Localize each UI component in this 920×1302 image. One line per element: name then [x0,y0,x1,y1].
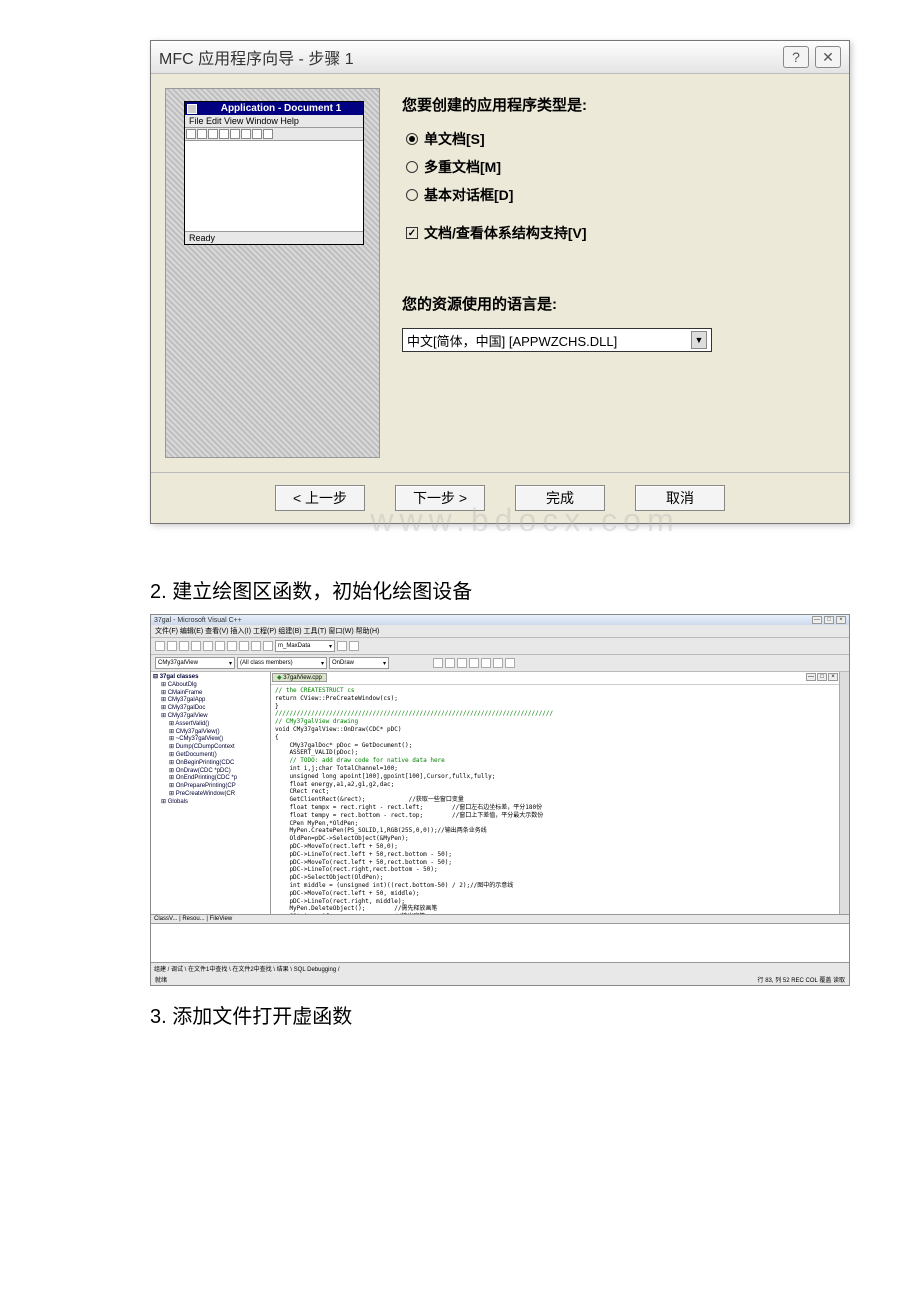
search-combo[interactable]: m_MaxData▾ [275,640,335,652]
cancel-button[interactable]: 取消 [635,485,725,511]
close-icon[interactable]: × [836,616,846,624]
preview-toolbar [185,128,363,141]
tree-node[interactable]: ⊞ GetDocument() [153,752,268,760]
step3-caption: 3. 添加文件打开虚函数 [150,1000,900,1029]
maximize-icon[interactable]: □ [824,616,834,624]
radio-label: 基本对话框[D] [424,185,513,205]
output-window[interactable] [151,923,849,963]
toolbar-icon[interactable] [191,641,201,651]
tree-node[interactable]: ⊞ OnDraw(CDC *pDC) [153,768,268,776]
workspace-tabs[interactable]: ClassV... | Resou... | FileView [151,914,849,923]
ide-toolbar-1: m_MaxData▾ [151,638,849,655]
wizard-titlebar: MFC 应用程序向导 - 步骤 1 ? ✕ [151,41,849,74]
scrollbar-vertical[interactable] [839,672,849,914]
class-view-tree[interactable]: ⊟ 37gal classes ⊞ CAboutDlg⊞ CMainFrame⊞… [151,672,271,914]
toolbar-icon[interactable] [227,641,237,651]
toolbar-icon[interactable] [349,641,359,651]
status-bar: 就绪 行 83, 列 52 REC COL 覆盖 读取 [151,974,849,985]
maximize-icon[interactable]: □ [817,673,827,681]
next-button[interactable]: 下一步 > [395,485,485,511]
preview-mini-window: Application - Document 1 File Edit View … [184,101,364,245]
tree-node[interactable]: ⊞ ~CMy37galView() [153,736,268,744]
status-right: 行 83, 列 52 REC COL 覆盖 读取 [758,975,845,984]
minimize-icon[interactable]: — [806,673,816,681]
tree-node[interactable]: ⊞ Dump(CDumpContext [153,744,268,752]
toolbar-icon[interactable] [445,658,455,668]
tree-node[interactable]: ⊞ CAboutDlg [153,682,268,690]
finish-button[interactable]: 完成 [515,485,605,511]
toolbar-icon[interactable] [251,641,261,651]
tree-node[interactable]: ⊞ AssertValid() [153,721,268,729]
tree-node[interactable]: ⊞ CMy37galDoc [153,705,268,713]
radio-dialog[interactable]: 基本对话框[D] [406,185,831,205]
checkbox-docview[interactable]: 文档/查看体系结构支持[V] [406,223,831,243]
toolbar-icon[interactable] [457,658,467,668]
tree-node[interactable]: ⊞ Globals [153,799,268,807]
radio-multi-doc[interactable]: 多重文档[M] [406,157,831,177]
code-editor[interactable]: ◆ 37galView.cpp — □ × // the CREATESTRUC… [271,672,839,914]
step2-caption: 2. 建立绘图区函数，初始化绘图设备 [150,575,900,604]
radio-icon [406,189,418,201]
output-tabs[interactable]: 组建 / 调试 \ 在文件1中查找 \ 在文件2中查找 \ 结果 \ SQL D… [151,963,849,974]
ide-menubar[interactable]: 文件(F) 编辑(E) 查看(V) 插入(I) 工程(P) 组建(B) 工具(T… [151,625,849,638]
toolbar-icon[interactable] [505,658,515,668]
toolbar-icon[interactable] [263,641,273,651]
tree-node[interactable]: ⊞ OnEndPrinting(CDC *p [153,775,268,783]
close-icon[interactable]: × [828,673,838,681]
ide-title: 37gal - Microsoft Visual C++ [154,617,242,624]
code-area[interactable]: // the CREATESTRUCT csreturn CView::PreC… [271,684,839,914]
radio-single-doc[interactable]: 单文档[S] [406,129,831,149]
back-button[interactable]: < 上一步 [275,485,365,511]
checkbox-icon [406,227,418,239]
tree-node[interactable]: ⊞ OnPreparePrinting(CP [153,783,268,791]
func-combo[interactable]: OnDraw▾ [329,657,389,669]
toolbar-icon[interactable] [469,658,479,668]
toolbar-icon[interactable] [433,658,443,668]
toolbar-icon[interactable] [179,641,189,651]
mfc-wizard-dialog: MFC 应用程序向导 - 步骤 1 ? ✕ Application - Docu… [150,40,850,524]
toolbar-icon[interactable] [239,641,249,651]
wizard-title: MFC 应用程序向导 - 步骤 1 [159,45,354,69]
class-combo[interactable]: CMy37galView▾ [155,657,235,669]
language-select[interactable]: 中文[简体，中国] [APPWZCHS.DLL] ▼ [402,328,712,352]
minimize-icon[interactable]: — [812,616,822,624]
preview-pane: Application - Document 1 File Edit View … [165,88,380,458]
checkbox-label: 文档/查看体系结构支持[V] [424,223,587,243]
tree-node[interactable]: ⊞ CMy37galView() [153,729,268,737]
tree-node[interactable]: ⊞ CMy37galApp [153,697,268,705]
toolbar-icon[interactable] [203,641,213,651]
question-language: 您的资源使用的语言是: [402,293,831,314]
preview-menubar: File Edit View Window Help [185,115,363,128]
status-left: 就绪 [155,975,167,984]
system-menu-icon [187,104,197,114]
language-value: 中文[简体，中国] [APPWZCHS.DLL] [407,331,617,350]
tree-node[interactable]: ⊞ CMainFrame [153,690,268,698]
ide-toolbar-2: CMy37galView▾ (All class members)▾ OnDra… [151,655,849,672]
preview-doc-title: Application - Document 1 [201,103,361,114]
toolbar-icon[interactable] [493,658,503,668]
radio-label: 单文档[S] [424,129,485,149]
ide-titlebar: 37gal - Microsoft Visual C++ — □ × [151,615,849,625]
vc6-ide-window: 37gal - Microsoft Visual C++ — □ × 文件(F)… [150,614,850,986]
close-icon[interactable]: ✕ [815,46,841,68]
members-combo[interactable]: (All class members)▾ [237,657,327,669]
code-tab: ◆ 37galView.cpp [272,673,327,682]
toolbar-icon[interactable] [155,641,165,651]
chevron-down-icon: ▼ [691,331,707,349]
radio-label: 多重文档[M] [424,157,501,177]
tree-node[interactable]: ⊞ CMy37galView [153,713,268,721]
tree-node[interactable]: ⊞ OnBeginPrinting(CDC [153,760,268,768]
radio-icon [406,161,418,173]
toolbar-icon[interactable] [481,658,491,668]
radio-icon [406,133,418,145]
toolbar-icon[interactable] [215,641,225,651]
toolbar-icon[interactable] [167,641,177,651]
toolbar-icon[interactable] [337,641,347,651]
wizard-footer: < 上一步 下一步 > 完成 取消 [151,472,849,523]
wizard-options: 您要创建的应用程序类型是: 单文档[S] 多重文档[M] 基本对话框[D] 文档… [398,88,835,458]
question-apptype: 您要创建的应用程序类型是: [402,94,831,115]
help-icon[interactable]: ? [783,46,809,68]
preview-status: Ready [185,231,363,244]
tree-node[interactable]: ⊞ PreCreateWindow(CR [153,791,268,799]
